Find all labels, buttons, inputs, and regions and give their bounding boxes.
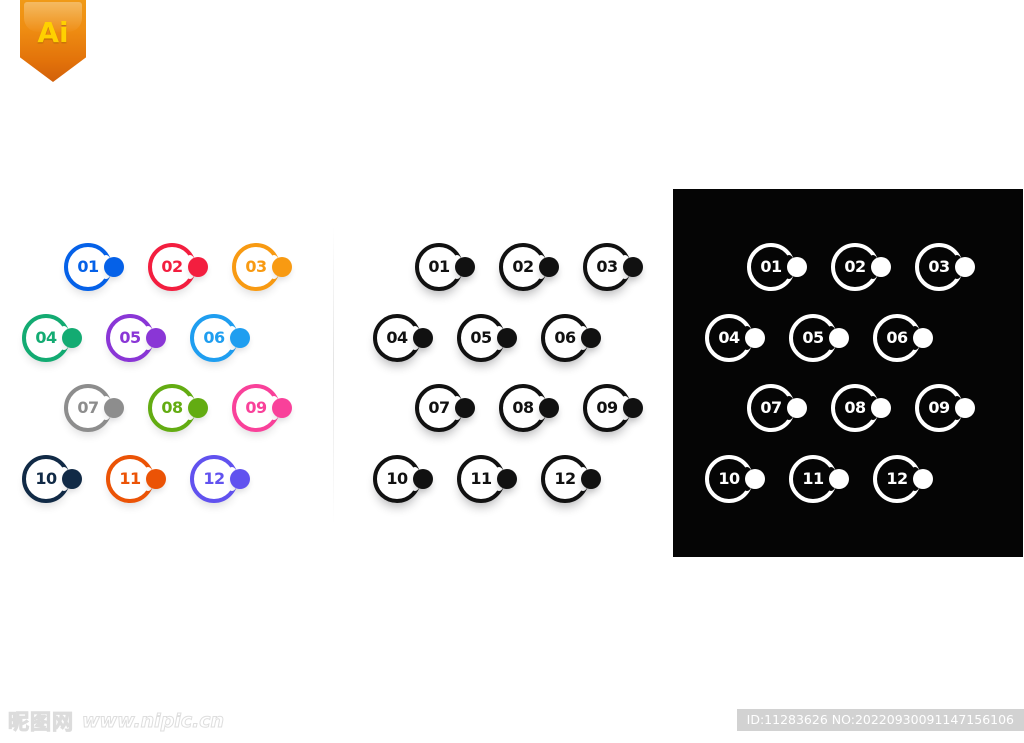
number-icon-03: 03: [232, 239, 310, 301]
number-icon-06: 06: [541, 310, 619, 372]
icon-dot: [829, 327, 849, 348]
icon-dot: [104, 398, 124, 418]
number-icon-12: 12: [873, 451, 951, 513]
icon-dot: [230, 327, 250, 348]
icon-dot: [62, 468, 82, 489]
number-icon-05: 05: [457, 310, 535, 372]
icon-dot: [623, 398, 643, 418]
site-watermark: 昵图网 www.nipic.cn: [8, 706, 225, 736]
number-icon-07: 07: [64, 380, 142, 442]
number-icon-11: 11: [789, 451, 867, 513]
icon-dot: [272, 398, 292, 418]
icon-dot: [188, 257, 208, 277]
number-icon-12: 12: [541, 451, 619, 513]
icon-dot: [623, 257, 643, 277]
icon-dot: [62, 327, 82, 348]
icon-dot: [871, 398, 891, 418]
icon-dot: [230, 468, 250, 489]
number-icon-08: 08: [831, 380, 909, 442]
icon-dot: [913, 468, 933, 489]
black-icon-grid: 01 02 03 04 05 06 07 08 09 10 11 12: [345, 189, 665, 557]
white-icon-grid: 01 02 03 04 05 06 07 08 09 10 11 12: [673, 189, 1023, 557]
icon-dot: [745, 327, 765, 348]
number-icon-11: 11: [457, 451, 535, 513]
number-icon-06: 06: [873, 310, 951, 372]
colored-icon-panel: 01 02 03 04 05 06 07 08 09 10 11 12: [0, 189, 333, 557]
icon-dot: [955, 257, 975, 277]
number-icon-05: 05: [789, 310, 867, 372]
number-icon-03: 03: [915, 239, 993, 301]
icon-dot: [272, 257, 292, 277]
icon-dot: [871, 257, 891, 277]
number-icon-03: 03: [583, 239, 661, 301]
number-icon-01: 01: [64, 239, 142, 301]
badge-label: Ai: [37, 16, 69, 49]
number-icon-01: 01: [415, 239, 493, 301]
icon-dot: [146, 468, 166, 489]
icon-dot: [539, 398, 559, 418]
number-icon-09: 09: [915, 380, 993, 442]
icon-dot: [413, 468, 433, 489]
number-icon-12: 12: [190, 451, 268, 513]
dark-icon-panel: 01 02 03 04 05 06 07 08 09 10 11 12: [673, 189, 1023, 557]
number-icon-10: 10: [705, 451, 783, 513]
number-icon-02: 02: [148, 239, 226, 301]
number-icon-10: 10: [22, 451, 100, 513]
number-icon-11: 11: [106, 451, 184, 513]
number-icon-09: 09: [583, 380, 661, 442]
colored-icon-grid: 01 02 03 04 05 06 07 08 09 10 11 12: [0, 189, 333, 557]
number-icon-02: 02: [831, 239, 909, 301]
number-icon-10: 10: [373, 451, 451, 513]
icon-dot: [455, 257, 475, 277]
icon-dot: [829, 468, 849, 489]
icon-dot: [104, 257, 124, 277]
black-icon-panel: 01 02 03 04 05 06 07 08 09 10 11 12: [345, 189, 665, 557]
icon-dot: [188, 398, 208, 418]
number-icon-01: 01: [747, 239, 825, 301]
number-icon-06: 06: [190, 310, 268, 372]
icon-dot: [413, 327, 433, 348]
icon-dot: [787, 257, 807, 277]
number-icon-05: 05: [106, 310, 184, 372]
icon-dot: [146, 327, 166, 348]
watermark-url-text: www.nipic.cn: [81, 710, 225, 733]
number-icon-04: 04: [373, 310, 451, 372]
icon-dot: [745, 468, 765, 489]
number-icon-08: 08: [148, 380, 226, 442]
number-icon-08: 08: [499, 380, 577, 442]
icon-dot: [581, 468, 601, 489]
number-icon-02: 02: [499, 239, 577, 301]
icon-dot: [787, 398, 807, 418]
panel-divider: [333, 225, 334, 525]
number-icon-04: 04: [705, 310, 783, 372]
icon-dot: [497, 327, 517, 348]
number-icon-04: 04: [22, 310, 100, 372]
icon-dot: [455, 398, 475, 418]
watermark-logo-text: 昵图网: [8, 710, 74, 735]
icon-dot: [581, 327, 601, 348]
image-id-bar: ID:11283626 NO:20220930091147156106: [736, 709, 1024, 731]
icon-dot: [497, 468, 517, 489]
icon-dot: [539, 257, 559, 277]
number-icon-07: 07: [415, 380, 493, 442]
icon-dot: [913, 327, 933, 348]
icon-dot: [955, 398, 975, 418]
illustrator-badge: Ai: [20, 0, 86, 82]
number-icon-07: 07: [747, 380, 825, 442]
number-icon-09: 09: [232, 380, 310, 442]
